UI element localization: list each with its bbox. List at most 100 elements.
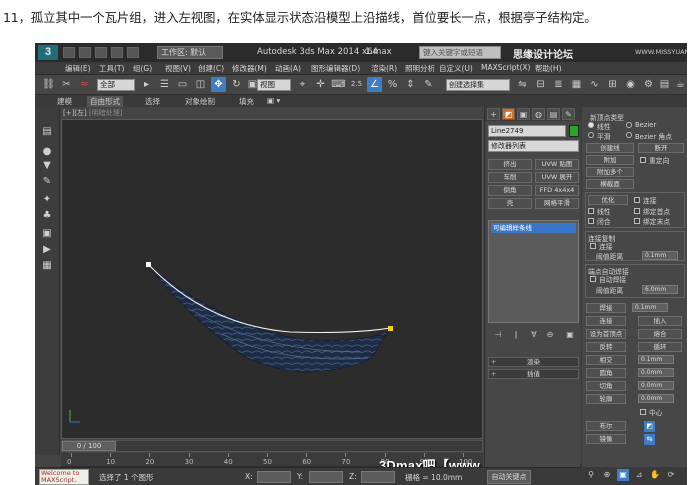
outline-spinner[interactable]: 0.0mm [638, 394, 674, 403]
auto-weld-checkbox[interactable] [590, 276, 596, 282]
radio-bezier-corner[interactable] [626, 132, 632, 138]
meshsmooth-button[interactable]: 网格平滑 [535, 198, 579, 209]
select-rotate-icon[interactable]: ↻ [229, 77, 244, 92]
tab-object-paint[interactable]: 对象绘制 [185, 96, 215, 107]
viewport-scene[interactable] [62, 120, 484, 440]
attach-button[interactable]: 附加 [586, 155, 634, 165]
create-line-button[interactable]: 创建线 [586, 143, 634, 153]
menu-help[interactable]: 帮助(H) [535, 63, 562, 74]
render-production-icon[interactable]: ☕ [673, 77, 687, 92]
field-of-view-icon[interactable]: ⊿ [633, 469, 645, 481]
modifier-stack[interactable]: 可编辑样条线 [488, 220, 579, 323]
connect-button[interactable]: 连接 [586, 316, 626, 326]
mirror-button[interactable]: 镜像 [586, 434, 626, 444]
percent-snap-icon[interactable]: % [385, 77, 400, 92]
center-checkbox[interactable] [640, 409, 646, 415]
roof-tile-group[interactable] [151, 268, 389, 373]
menu-rendering[interactable]: 渲染(R) [371, 63, 397, 74]
coord-z-field[interactable] [361, 471, 395, 483]
save-file-icon[interactable] [95, 47, 107, 58]
tab-motion-icon[interactable]: ◍ [532, 108, 545, 120]
reorient-checkbox[interactable] [640, 157, 646, 163]
attach-mult-button[interactable]: 附加多个 [586, 167, 634, 177]
time-slider[interactable]: 0 / 100 [61, 440, 483, 452]
cross-insert-spinner[interactable]: 0.1mm [638, 355, 674, 364]
weld-spinner[interactable]: 0.1mm [632, 303, 668, 312]
left-viewport[interactable] [61, 119, 483, 439]
tab-populate[interactable]: 填充 [239, 96, 254, 107]
pin-stack-icon[interactable]: ⊣ [492, 329, 504, 341]
paint-select-icon[interactable]: ✦ [40, 193, 54, 206]
menu-group[interactable]: 组(G) [133, 63, 152, 74]
shape-icon[interactable]: ♣ [40, 209, 54, 222]
menu-maxscript[interactable]: MAXScript(X) [481, 63, 530, 72]
named-selection-select[interactable]: 创建选择集 [446, 79, 510, 91]
configure-sets-icon[interactable]: ▣ [564, 329, 576, 341]
window-crossing-icon[interactable]: ◫ [193, 77, 208, 92]
spline-first-vertex[interactable] [146, 262, 151, 267]
uvw-unwrap-button[interactable]: UVW 展开 [535, 172, 579, 183]
auto-key-button[interactable]: 自动关键点 [487, 470, 531, 484]
weld-threshold-spinner[interactable]: 6.0mm [642, 285, 678, 294]
uvw-map-button[interactable]: UVW 贴图 [535, 159, 579, 170]
time-slider-thumb[interactable]: 0 / 100 [62, 441, 116, 451]
viewport-shading[interactable]: [明暗处理] [89, 109, 122, 117]
keyboard-shortcut-icon[interactable]: ⌨ [331, 77, 346, 92]
stack-item-editable-spline[interactable]: 可编辑样条线 [491, 223, 576, 233]
radio-bezier[interactable] [626, 122, 632, 128]
tab-display-icon[interactable]: ▤ [547, 108, 560, 120]
align-icon[interactable]: ⊟ [533, 77, 548, 92]
menu-animation[interactable]: 动画(A) [275, 63, 301, 74]
app-logo-icon[interactable]: 3 [38, 45, 58, 60]
break-button[interactable]: 断开 [638, 143, 684, 153]
zoom-extents-icon[interactable]: ▣ [617, 469, 629, 481]
select-manipulate-icon[interactable]: ✛ [313, 77, 328, 92]
coord-y-field[interactable] [309, 471, 343, 483]
menu-edit[interactable]: 编辑(E) [65, 63, 91, 74]
select-object-icon[interactable]: ▸ [139, 77, 154, 92]
chamfer-button[interactable]: 切角 [586, 381, 626, 391]
rollout-interpolation[interactable]: + 插值 [488, 369, 579, 379]
tshirt-icon[interactable]: ▼ [40, 159, 54, 172]
viewport-name[interactable]: [+][左] [63, 109, 87, 117]
brush-icon[interactable]: ✎ [40, 175, 54, 188]
search-input[interactable]: 键入关键字或短语 [419, 46, 501, 59]
workspace-select[interactable]: 工作区: 默认 [157, 46, 223, 59]
tab-create-icon[interactable]: + [487, 108, 500, 120]
reference-coord-select[interactable]: 视图 [257, 79, 291, 91]
redo-icon[interactable] [127, 47, 139, 58]
scene-explorer-icon[interactable]: ▤ [40, 125, 54, 138]
extrude-button[interactable]: 挤出 [488, 159, 532, 170]
grid-view-icon[interactable]: ▦ [40, 259, 54, 272]
coord-x-field[interactable] [257, 471, 291, 483]
tab-modeling[interactable]: 建模 [57, 96, 72, 107]
zoom-icon[interactable]: ⚲ [585, 469, 597, 481]
ribbon-options-icon[interactable]: ▣ ▾ [267, 96, 280, 105]
pivot-center-icon[interactable]: ⌖ [295, 77, 310, 92]
outline-button[interactable]: 轮廓 [586, 394, 626, 404]
object-color-swatch[interactable] [569, 125, 579, 137]
fillet-button[interactable]: 圆角 [586, 368, 626, 378]
fillet-spinner[interactable]: 0.0mm [638, 368, 674, 377]
mirror-horizontal-icon[interactable]: ⇆ [644, 434, 655, 445]
shell-button[interactable]: 壳 [488, 198, 532, 209]
snaps-toggle-icon[interactable]: 2.5 [349, 77, 364, 92]
curve-editor-icon[interactable]: ∿ [587, 77, 602, 92]
bevel-button[interactable]: 倒角 [488, 185, 532, 196]
cross-section-button[interactable]: 横截面 [586, 179, 634, 189]
make-unique-icon[interactable]: ∀ [528, 329, 540, 341]
lathe-button[interactable]: 车削 [488, 172, 532, 183]
make-first-button[interactable]: 设为首顶点 [586, 329, 626, 339]
new-file-icon[interactable] [63, 47, 75, 58]
object-name-field[interactable]: Line2749 [488, 125, 566, 137]
chamfer-spinner[interactable]: 0.0mm [638, 381, 674, 390]
connect-checkbox[interactable] [634, 197, 640, 203]
closed-checkbox[interactable] [588, 218, 594, 224]
light-bulb-icon[interactable]: ● [40, 145, 54, 158]
connect-copy-checkbox[interactable] [590, 243, 596, 249]
tab-modify-icon[interactable]: ◩ [502, 108, 515, 120]
menu-views[interactable]: 视图(V) [165, 63, 191, 74]
tab-selection[interactable]: 选择 [145, 96, 160, 107]
boolean-button[interactable]: 布尔 [586, 421, 626, 431]
menu-modifiers[interactable]: 修改器(M) [232, 63, 267, 74]
